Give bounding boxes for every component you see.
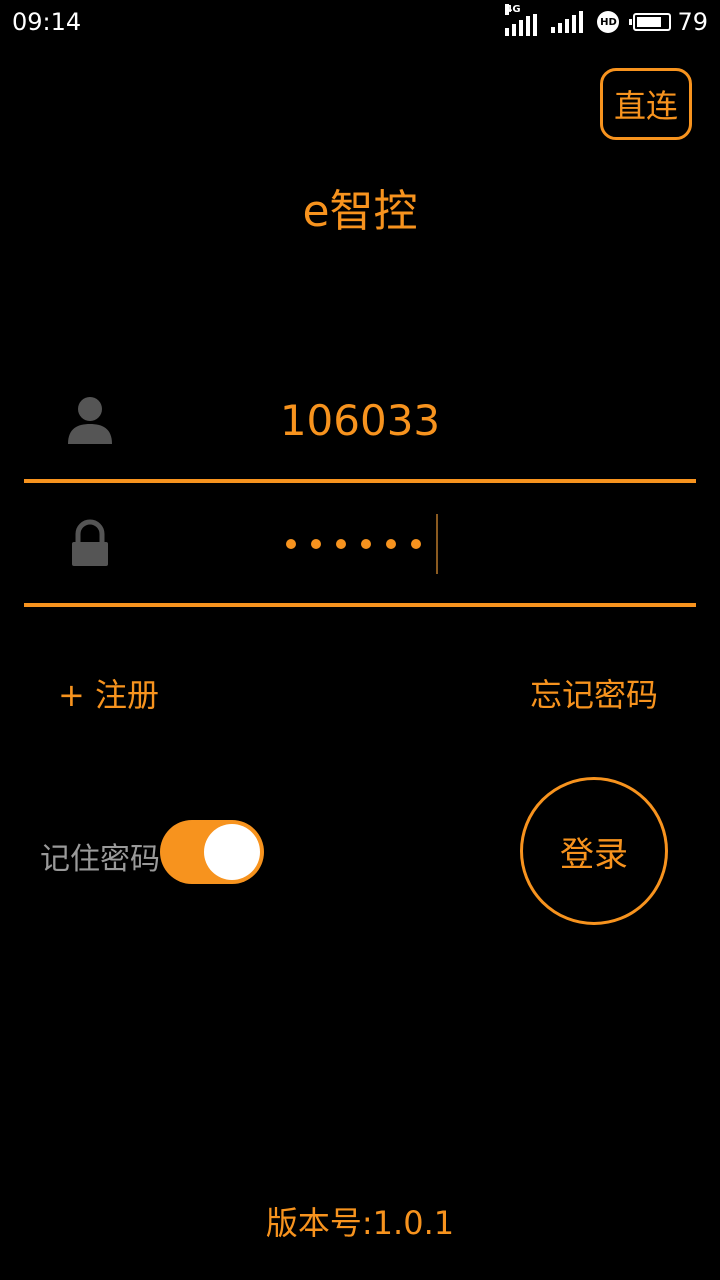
- login-button[interactable]: 登录: [520, 777, 668, 925]
- direct-connect-button[interactable]: 直连: [600, 68, 692, 140]
- password-dot: [361, 539, 371, 549]
- battery-percent: 79: [677, 8, 708, 36]
- password-underline: [24, 603, 696, 607]
- status-time: 09:14: [12, 8, 82, 36]
- username-underline: [24, 479, 696, 483]
- forgot-password-link[interactable]: 忘记密码: [530, 670, 658, 716]
- password-dot: [336, 539, 346, 549]
- remember-password-label: 记住密码: [40, 842, 160, 877]
- remember-password-toggle[interactable]: [160, 820, 264, 884]
- battery-icon: [629, 13, 672, 31]
- password-dot: [311, 539, 321, 549]
- password-dot: [411, 539, 421, 549]
- version-label: 版本号:1.0.1: [265, 1204, 455, 1242]
- register-link[interactable]: + 注册: [58, 670, 159, 716]
- password-dot: [286, 539, 296, 549]
- battery-fill: [637, 17, 662, 27]
- hd-voice-icon: HD: [597, 11, 620, 33]
- toggle-knob: [204, 824, 260, 880]
- lock-icon: [72, 519, 108, 566]
- text-cursor: [436, 514, 438, 574]
- password-dot: [386, 539, 396, 549]
- cellular-signal-icon: [551, 11, 584, 33]
- status-bar: 09:14 4G HD 79: [0, 0, 720, 44]
- battery-indicator: 79: [629, 8, 708, 36]
- username-input[interactable]: 106033: [0, 396, 720, 445]
- network-type-label: 4G: [505, 4, 521, 15]
- status-icons: 4G HD 79: [505, 4, 708, 36]
- password-input[interactable]: [286, 539, 421, 549]
- app-title: e智控: [302, 186, 418, 237]
- cellular-4g-signal-icon: 4G: [505, 4, 538, 36]
